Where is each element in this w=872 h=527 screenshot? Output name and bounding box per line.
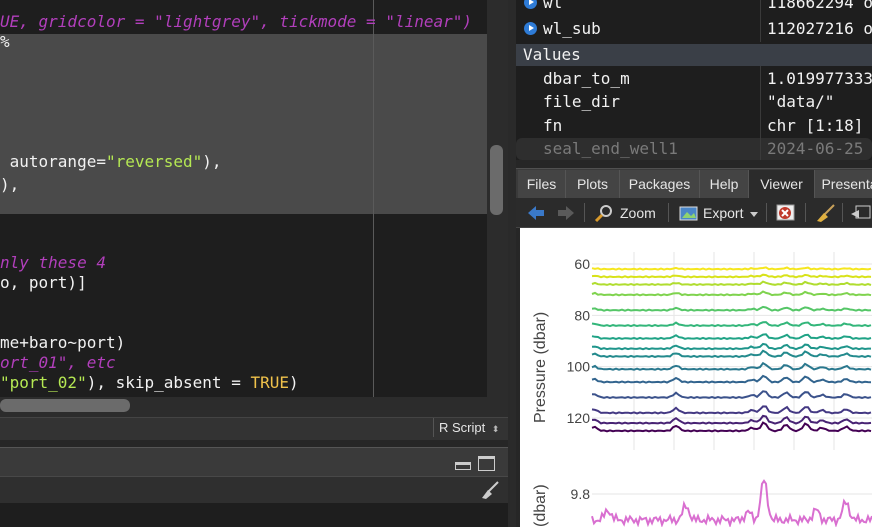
y-tick-label: 9.8 [571,486,591,502]
env-row-seal-end-well1[interactable]: seal_end_well1 2024-06-25 [516,138,872,160]
env-var-name: wl [543,0,563,12]
y-tick-label: 100 [567,359,591,375]
code-line-8[interactable]: ort_01", etc [0,353,116,373]
code-token: autorange= [0,152,106,171]
column-divider [760,66,761,160]
env-var-value: 118662294 o [767,0,872,12]
env-var-value: 112027216 o [767,19,872,38]
code-token: UE, gridcolor = "lightgrey", tickmode = … [0,12,473,31]
code-token: % [0,32,10,51]
code-token: ), skip_absent = [86,373,251,392]
code-line-6[interactable]: o, port)] [0,273,87,293]
y-tick-label: 120 [567,410,591,426]
code-token: "reversed" [105,152,203,171]
editor-horizontal-scroll-thumb[interactable] [0,399,130,412]
code-line-4[interactable]: ), [0,175,19,195]
editor-vertical-scroll-thumb[interactable] [490,145,503,215]
plot-labels: 60 80 100 120 Pressure (dbar) 9.8 (dbar) [532,256,590,527]
env-row-wl-sub[interactable]: wl_sub 112027216 o [516,18,872,40]
y-tick-label: 80 [574,307,590,323]
toolbar-separator [668,203,669,222]
viewer-border [516,228,520,527]
code-line-3[interactable]: autorange="reversed"), [0,152,222,172]
back-arrow-icon[interactable] [526,204,546,226]
env-row-file-dir[interactable]: file_dir "data/" [516,91,872,113]
env-var-value: 1.019977333 [767,69,872,88]
tab-files[interactable]: Files [518,170,566,198]
code-line-2[interactable]: % [0,32,10,52]
env-var-name: file_dir [543,92,621,111]
code-line-7[interactable]: me+baro~port) [0,333,125,353]
y-tick-label: 60 [574,256,590,272]
env-var-name: dbar_to_m [543,69,630,88]
code-token: ) [289,373,299,392]
env-var-value: 2024-06-25 [767,139,864,158]
zoom-button[interactable]: Zoom [620,205,656,221]
y-axis-label: (dbar) [532,484,549,527]
tab-presentation[interactable]: Presenta [815,170,872,198]
expand-play-icon[interactable] [524,22,537,35]
popout-window-icon[interactable] [850,204,872,226]
code-token: o, port)] [0,273,87,292]
clear-all-broom-icon[interactable] [814,203,836,227]
env-row-fn[interactable]: fn chr [1:18] [516,115,872,137]
code-token: ), [202,152,222,171]
code-line-9[interactable]: "port_02"), skip_absent = TRUE) [0,373,299,393]
margin-guide [373,0,374,397]
console-header [0,447,508,476]
toolbar-separator [766,203,767,222]
pane-splitter[interactable] [508,0,516,527]
code-token: nly these 4 [0,253,106,272]
selected-code-block [0,34,487,214]
env-var-name: wl_sub [543,19,601,38]
maximize-pane-icon[interactable] [478,456,495,471]
pressure-plot: 60 80 100 120 Pressure (dbar) 9.8 (dbar) [532,252,872,527]
toolbar-separator [842,203,843,222]
y-axis-label: Pressure (dbar) [532,312,549,423]
language-selector[interactable]: R Script ⬍ [433,418,506,437]
console-toolbar [0,476,508,504]
language-label: R Script [439,420,486,435]
code-token: TRUE [250,373,289,392]
env-row-dbar-to-m[interactable]: dbar_to_m 1.019977333 [516,68,872,90]
secondary-series-line [591,479,872,527]
editor-status-bar [0,417,508,440]
console-output[interactable] [0,503,508,527]
env-var-name: fn [543,116,563,135]
env-var-name: seal_end_well1 [543,139,678,158]
remove-viewer-icon[interactable] [776,204,796,226]
env-row-wl[interactable]: wl 118662294 o [516,0,872,14]
expand-play-icon[interactable] [524,0,537,9]
tab-viewer[interactable]: Viewer [749,170,815,198]
export-button[interactable]: Export [703,205,743,221]
tab-packages[interactable]: Packages [620,170,700,198]
env-var-value: chr [1:18] [767,116,864,135]
tab-help[interactable]: Help [700,170,749,198]
code-line-1[interactable]: UE, gridcolor = "lightgrey", tickmode = … [0,12,472,32]
updown-icon: ⬍ [491,424,500,434]
code-token: ort_01", etc [0,353,116,372]
minimize-pane-icon[interactable] [455,462,471,470]
code-token: me+baro~port) [0,333,126,352]
code-token: "port_02" [0,373,87,392]
clear-console-broom-icon[interactable] [478,480,500,500]
zoom-magnifier-icon[interactable] [594,203,614,227]
forward-arrow-icon[interactable] [556,204,576,226]
toolbar-separator [805,203,806,222]
tab-plots[interactable]: Plots [566,170,620,198]
toolbar-separator [584,203,585,222]
export-dropdown-arrow-icon[interactable] [750,212,758,217]
plot-grid [592,252,872,495]
export-image-icon[interactable] [679,204,701,226]
column-divider [760,0,761,42]
values-section-header: Values [516,44,872,66]
code-token: ), [0,175,20,194]
env-var-value: "data/" [767,92,835,111]
code-line-5[interactable]: nly these 4 [0,253,106,273]
